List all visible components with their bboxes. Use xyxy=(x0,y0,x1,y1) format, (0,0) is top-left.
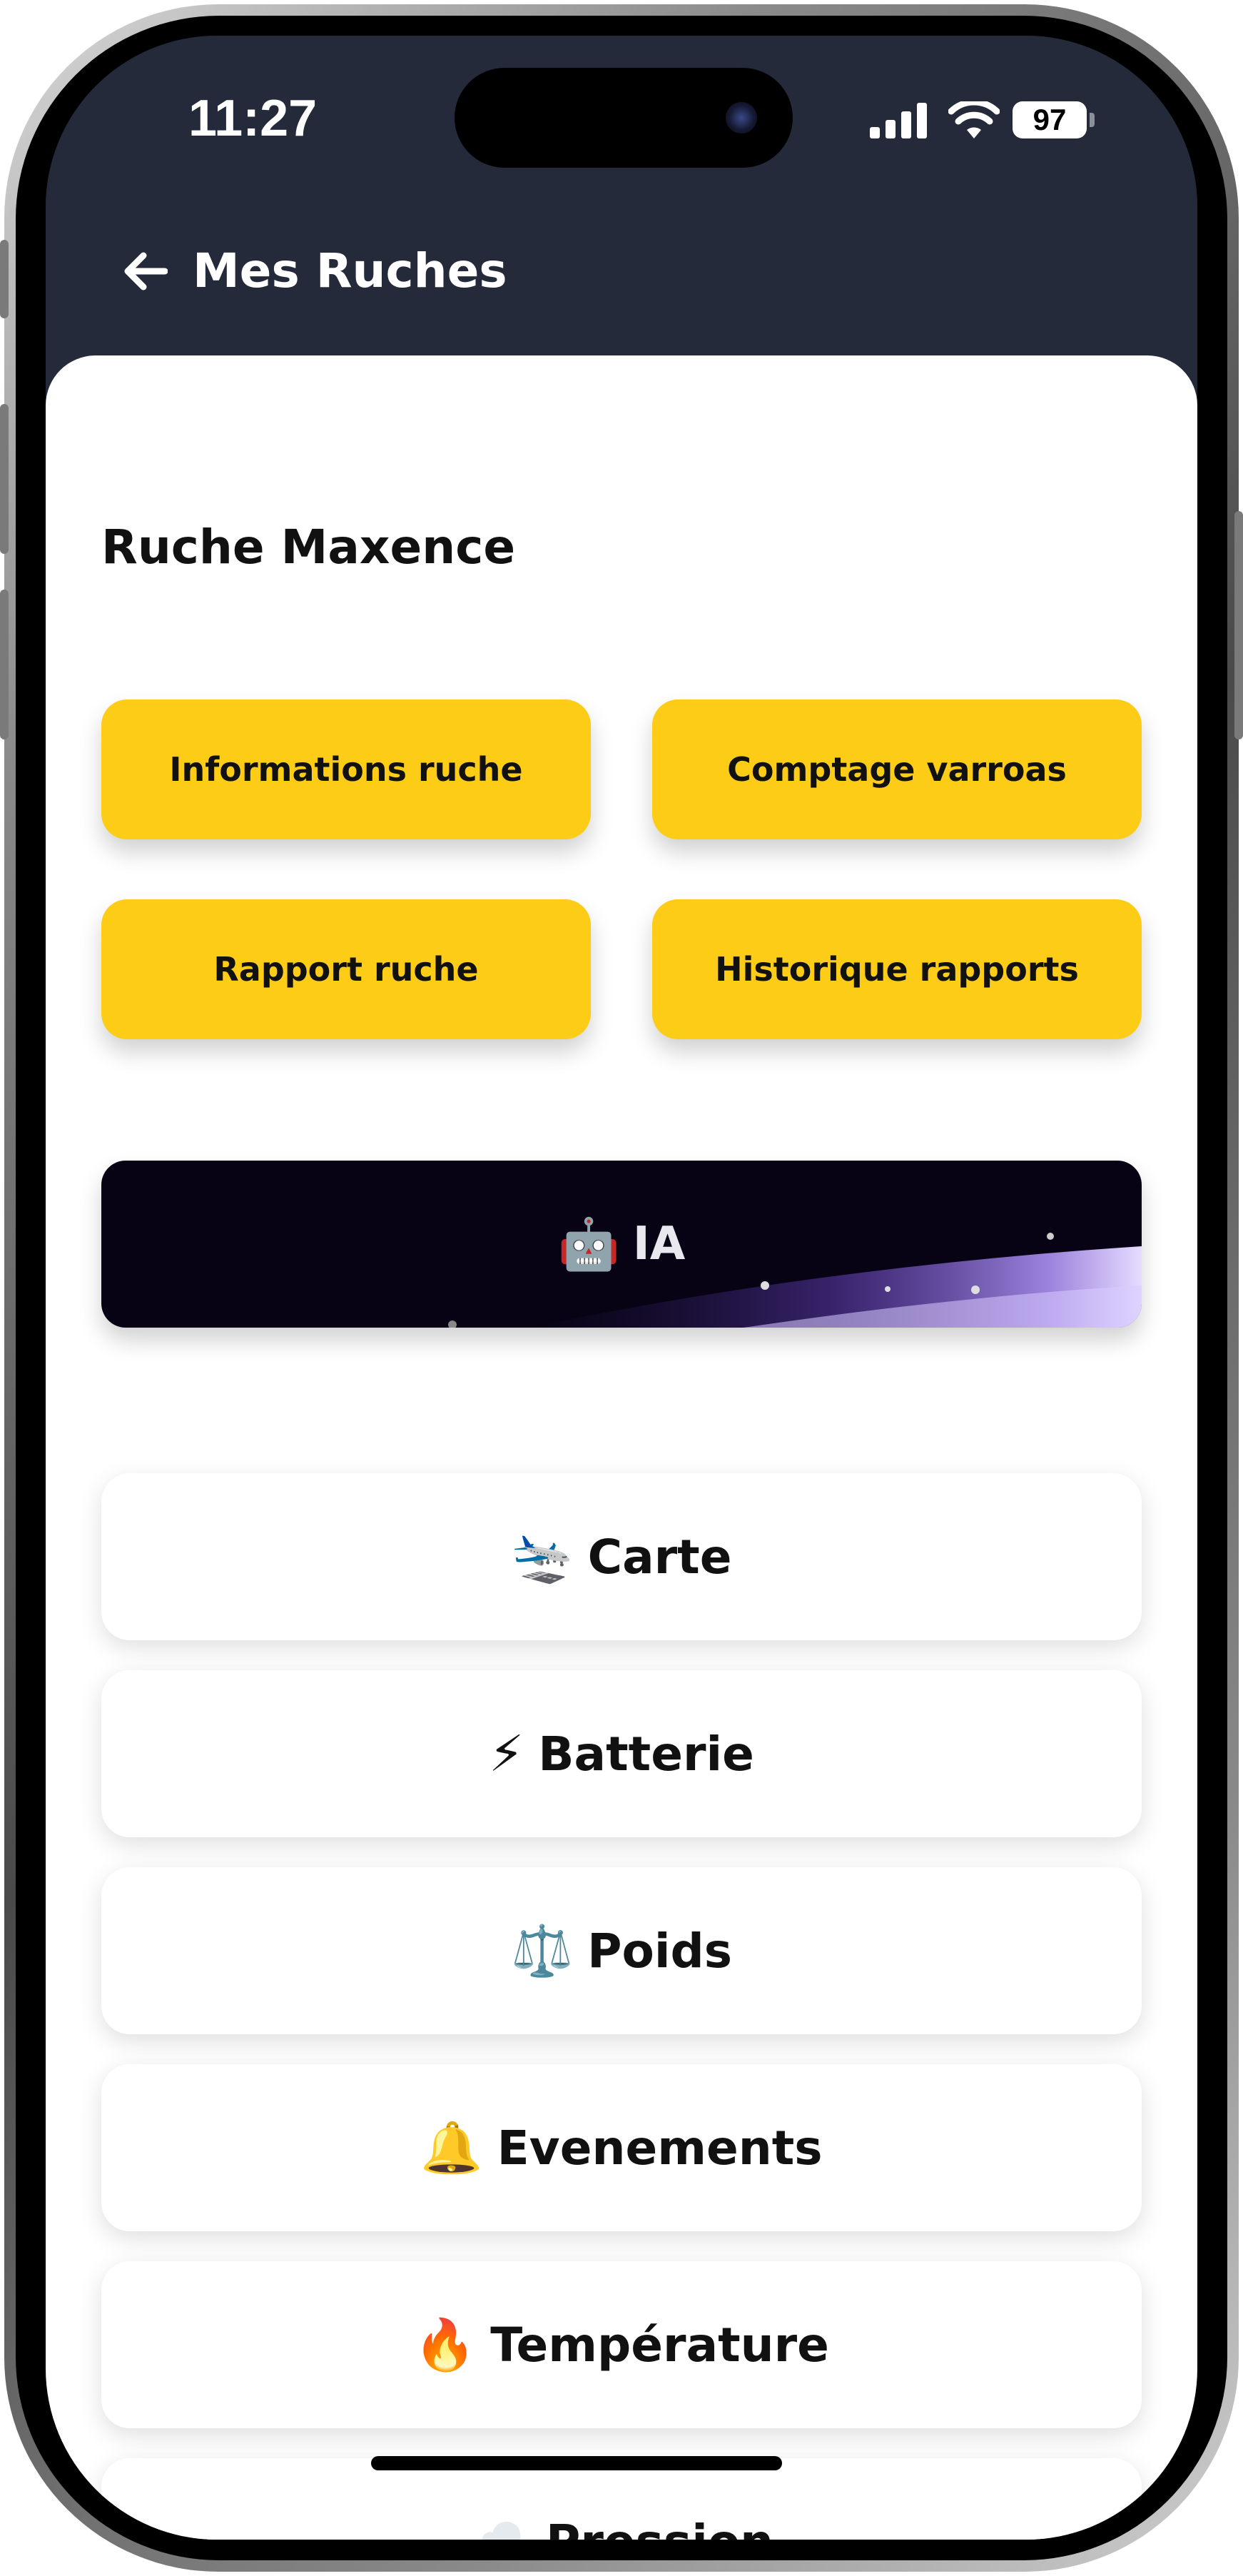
power-button xyxy=(1234,511,1243,739)
signal-icon xyxy=(870,100,934,143)
fire-icon: 🔥 xyxy=(414,2315,477,2374)
back-button[interactable] xyxy=(117,243,174,300)
arrow-left-icon xyxy=(124,252,168,291)
historique-rapports-button[interactable]: Historique rapports xyxy=(652,899,1142,1039)
menu-item-label: Batterie xyxy=(538,1726,754,1782)
lightning-icon: ⚡ xyxy=(489,1724,524,1783)
ia-text: IA xyxy=(632,1218,686,1271)
menu-item-label: Carte xyxy=(587,1529,732,1585)
menu-item-poids[interactable]: ⚖️ Poids xyxy=(101,1867,1142,2034)
battery-tip xyxy=(1090,113,1095,127)
menu-item-evenements[interactable]: 🔔 Evenements xyxy=(101,2064,1142,2231)
scale-icon: ⚖️ xyxy=(510,1921,574,1980)
menu-item-pression[interactable]: ☁️ Pression xyxy=(101,2458,1142,2540)
dynamic-island xyxy=(455,68,793,168)
ia-button[interactable]: 🤖 IA xyxy=(101,1161,1142,1328)
mute-switch xyxy=(0,240,9,318)
menu-item-label: Température xyxy=(490,2317,829,2373)
comptage-varroas-button[interactable]: Comptage varroas xyxy=(652,699,1142,839)
menu-item-batterie[interactable]: ⚡ Batterie xyxy=(101,1670,1142,1837)
volume-up-button xyxy=(0,404,9,554)
menu-item-label: Pression xyxy=(546,2515,773,2540)
wifi-icon xyxy=(948,101,1000,138)
battery-icon: 97 xyxy=(1013,101,1087,138)
menu-item-carte[interactable]: 🛬 Carte xyxy=(101,1473,1142,1640)
rapport-ruche-button[interactable]: Rapport ruche xyxy=(101,899,591,1039)
airplane-icon: 🛬 xyxy=(511,1527,574,1586)
screen: 11:27 97 Mes Ruches Ruche Maxence Inform… xyxy=(46,36,1197,2540)
cloud-icon: ☁️ xyxy=(470,2517,532,2540)
robot-icon: 🤖 xyxy=(557,1215,620,1273)
app-header: 11:27 97 Mes Ruches xyxy=(46,36,1197,407)
camera-icon xyxy=(726,102,757,133)
nav-title: Mes Ruches xyxy=(193,243,507,298)
content-panel: Ruche Maxence Informations ruche Comptag… xyxy=(46,355,1197,2540)
menu-item-label: Poids xyxy=(587,1923,733,1979)
page-title: Ruche Maxence xyxy=(101,520,516,575)
ia-label: 🤖 IA xyxy=(558,1218,686,1271)
menu-item-temperature[interactable]: 🔥 Température xyxy=(101,2261,1142,2428)
home-indicator[interactable] xyxy=(371,2456,782,2470)
menu-item-label: Evenements xyxy=(497,2120,823,2176)
informations-ruche-button[interactable]: Informations ruche xyxy=(101,699,591,839)
status-time: 11:27 xyxy=(188,90,318,147)
bell-icon: 🔔 xyxy=(420,2118,483,2177)
volume-down-button xyxy=(0,590,9,739)
